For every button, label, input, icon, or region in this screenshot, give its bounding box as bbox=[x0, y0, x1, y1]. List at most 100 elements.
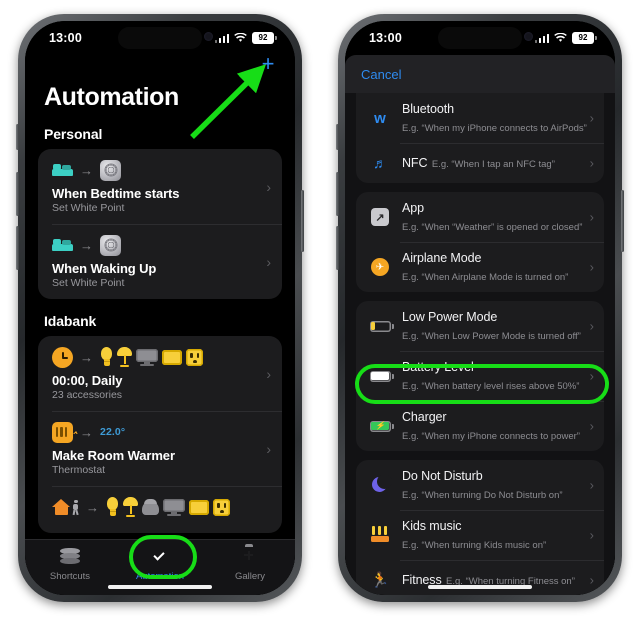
home-indicator[interactable] bbox=[108, 585, 212, 589]
trigger-row-low-power-mode[interactable]: Low Power Mode E.g. “When Low Power Mode… bbox=[356, 301, 604, 351]
silence-switch[interactable] bbox=[16, 124, 19, 150]
automation-icons: → bbox=[52, 159, 269, 181]
battery-icon: 92 bbox=[572, 32, 597, 44]
trigger-row-fitness[interactable]: 🏃 Fitness E.g. “When turning Fitness on”… bbox=[356, 560, 604, 595]
power-button[interactable] bbox=[301, 190, 304, 252]
battery-low-icon bbox=[368, 321, 394, 332]
trigger-row-charger[interactable]: ⚡ Charger E.g. “When my iPhone connects … bbox=[356, 401, 604, 451]
volume-down-button[interactable] bbox=[336, 226, 339, 270]
battery-percent-label: 92 bbox=[258, 33, 268, 42]
automation-title: Make Room Warmer bbox=[52, 448, 175, 463]
box-icon bbox=[189, 499, 209, 515]
layers-icon bbox=[59, 546, 81, 568]
automation-card-personal: → When Bedtime starts Set White Point › bbox=[38, 149, 282, 299]
trigger-group-power: Low Power Mode E.g. “When Low Power Mode… bbox=[356, 301, 604, 451]
lamp-icon bbox=[117, 347, 132, 367]
tab-automation[interactable]: Automation bbox=[115, 546, 205, 582]
dynamic-island bbox=[438, 27, 522, 49]
trigger-list-scroll[interactable]: w Bluetooth E.g. “When my iPhone connect… bbox=[345, 93, 615, 595]
automation-icons: → bbox=[52, 346, 269, 368]
bulb-icon bbox=[100, 347, 113, 367]
trigger-row-do-not-disturb[interactable]: Do Not Disturb E.g. “When turning Do Not… bbox=[356, 460, 604, 510]
trigger-title: Battery Level bbox=[402, 360, 474, 374]
airplane-icon: ✈ bbox=[368, 258, 392, 276]
bulb-icon bbox=[106, 497, 119, 517]
silence-switch[interactable] bbox=[336, 124, 339, 150]
wifi-icon bbox=[554, 33, 567, 43]
tv-icon bbox=[136, 348, 158, 366]
kids-music-icon bbox=[368, 526, 392, 544]
volume-up-button[interactable] bbox=[336, 172, 339, 216]
automation-row-bedtime[interactable]: → When Bedtime starts Set White Point › bbox=[38, 149, 282, 224]
arrow-right-icon: → bbox=[80, 424, 93, 440]
automation-row-daily[interactable]: → 00:00, Daily 23 accessories › bbox=[38, 336, 282, 411]
thermostat-icon: ‸ bbox=[52, 421, 78, 443]
tab-label: Automation bbox=[135, 571, 185, 582]
volume-up-button[interactable] bbox=[16, 172, 19, 216]
trigger-row-bluetooth[interactable]: w Bluetooth E.g. “When my iPhone connect… bbox=[356, 93, 604, 143]
automation-list-scroll[interactable]: Personal → When Bedtime starts Set White… bbox=[25, 112, 295, 539]
automation-subtitle: Set White Point bbox=[52, 277, 125, 289]
outlet-icon bbox=[213, 498, 230, 516]
cancel-button[interactable]: Cancel bbox=[361, 67, 401, 82]
trigger-group-app-airplane: ↗ App E.g. “When “Weather” is opened or … bbox=[356, 192, 604, 292]
face-id-sensor-icon bbox=[204, 32, 213, 41]
power-button[interactable] bbox=[621, 190, 624, 252]
section-header-idabank: Idabank bbox=[44, 313, 97, 329]
status-bar-right: 13:00 92 bbox=[345, 21, 615, 55]
tab-label: Shortcuts bbox=[49, 571, 91, 582]
automation-row-partial[interactable]: → bbox=[38, 486, 282, 533]
chevron-right-icon: › bbox=[266, 178, 271, 195]
trigger-title: Airplane Mode bbox=[402, 251, 482, 265]
battery-full-icon bbox=[368, 371, 394, 382]
device-bezel-left: 13:00 92 + Automation Personal → When Be… bbox=[25, 21, 295, 595]
lamp-icon bbox=[123, 497, 138, 517]
status-indicators: 92 bbox=[214, 32, 277, 44]
trigger-row-airplane-mode[interactable]: ✈ Airplane Mode E.g. “When Airplane Mode… bbox=[356, 242, 604, 292]
chevron-right-icon: › bbox=[266, 253, 271, 270]
volume-down-button[interactable] bbox=[16, 226, 19, 270]
chevron-right-icon: › bbox=[589, 318, 594, 334]
trigger-example: E.g. “When Low Power Mode is turned off” bbox=[402, 331, 581, 342]
tab-gallery[interactable]: Gallery bbox=[205, 546, 295, 582]
trigger-title: Bluetooth bbox=[402, 102, 454, 116]
automation-row-waking-up[interactable]: → When Waking Up Set White Point › bbox=[38, 224, 282, 299]
home-indicator[interactable] bbox=[428, 585, 532, 589]
chevron-right-icon: › bbox=[589, 368, 594, 384]
page-title: Automation bbox=[44, 83, 179, 111]
temperature-value: 22.0° bbox=[100, 426, 126, 438]
box-icon bbox=[162, 349, 182, 365]
automation-title: When Bedtime starts bbox=[52, 186, 180, 201]
speaker-icon bbox=[142, 499, 159, 515]
tab-shortcuts[interactable]: Shortcuts bbox=[25, 546, 115, 582]
arrow-right-icon: → bbox=[80, 162, 93, 178]
automation-card-idabank: → 00:00, Daily 23 accessories › ‸ → 22.0… bbox=[38, 336, 282, 533]
chevron-right-icon: › bbox=[589, 209, 594, 225]
gallery-icon bbox=[239, 546, 261, 568]
add-automation-button[interactable]: + bbox=[257, 53, 279, 75]
trigger-row-app[interactable]: ↗ App E.g. “When “Weather” is opened or … bbox=[356, 192, 604, 242]
chevron-right-icon: › bbox=[589, 418, 594, 434]
trigger-row-battery-level[interactable]: Battery Level E.g. “When battery level r… bbox=[356, 351, 604, 401]
chevron-right-icon: › bbox=[589, 110, 594, 126]
status-bar-left: 13:00 92 bbox=[25, 21, 295, 55]
status-indicators: 92 bbox=[534, 32, 597, 44]
automation-check-icon bbox=[149, 546, 171, 568]
sheet-nav-bar: Cancel bbox=[345, 55, 615, 93]
bed-icon bbox=[52, 238, 73, 252]
person-walking-icon bbox=[72, 499, 79, 515]
section-header-personal: Personal bbox=[44, 126, 103, 142]
chevron-right-icon: › bbox=[589, 477, 594, 493]
trigger-title: Low Power Mode bbox=[402, 310, 498, 324]
fitness-icon: 🏃 bbox=[370, 571, 390, 589]
moon-icon bbox=[368, 474, 392, 494]
app-icon: ↗ bbox=[368, 208, 392, 226]
arrow-right-icon: → bbox=[86, 499, 99, 515]
trigger-group-focus: Do Not Disturb E.g. “When turning Do Not… bbox=[356, 460, 604, 595]
trigger-row-nfc[interactable]: ♬ NFC E.g. “When I tap an NFC tag” › bbox=[356, 143, 604, 183]
trigger-row-kids-music[interactable]: Kids music E.g. “When turning Kids music… bbox=[356, 510, 604, 560]
automation-row-room-warmer[interactable]: ‸ → 22.0° Make Room Warmer Thermostat › bbox=[38, 411, 282, 486]
battery-percent-label: 92 bbox=[578, 33, 588, 42]
trigger-example: E.g. “When I tap an NFC tag” bbox=[431, 159, 555, 170]
trigger-title: Charger bbox=[402, 410, 447, 424]
